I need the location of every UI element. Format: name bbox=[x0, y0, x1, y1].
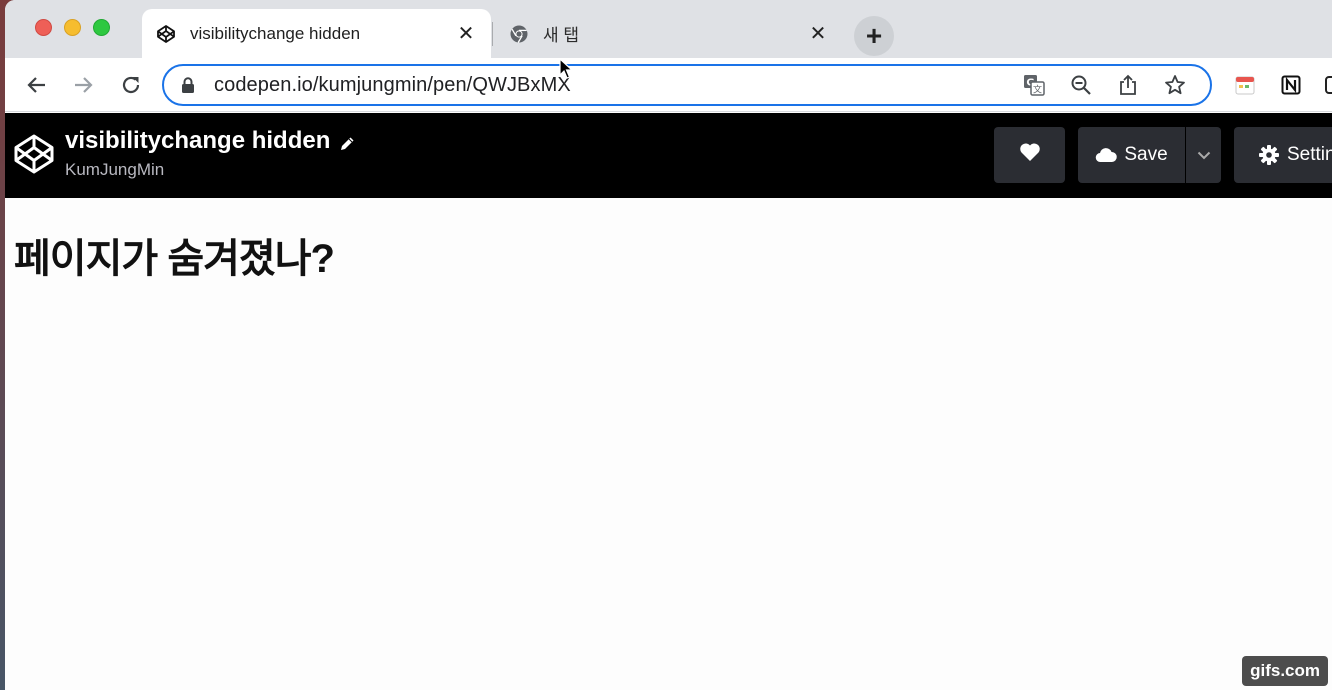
reload-icon bbox=[122, 76, 140, 94]
tab-title: visibilitychange hidden bbox=[190, 23, 361, 43]
zoom-out-icon[interactable] bbox=[1069, 73, 1093, 97]
notion-icon[interactable] bbox=[1280, 74, 1302, 96]
share-icon[interactable] bbox=[1116, 73, 1140, 97]
save-label: Save bbox=[1124, 144, 1168, 165]
settings-button[interactable]: Settings bbox=[1234, 127, 1332, 183]
tab-visibilitychange[interactable]: visibilitychange hidden ✕ bbox=[142, 9, 491, 58]
arrow-right-icon bbox=[75, 77, 93, 93]
codepen-icon bbox=[156, 24, 176, 44]
bookmark-star-icon[interactable] bbox=[1163, 73, 1187, 97]
like-button[interactable] bbox=[994, 127, 1065, 183]
gear-icon bbox=[1258, 144, 1280, 166]
calendar-extension-icon[interactable] bbox=[1234, 74, 1256, 96]
pen-preview: 페이지가 숨겨졌나? bbox=[5, 198, 1332, 690]
address-bar[interactable]: codepen.io/kumjungmin/pen/QWJBxMX G文 bbox=[162, 64, 1212, 106]
minimize-window-button[interactable] bbox=[64, 19, 81, 36]
tab-close-button[interactable]: ✕ bbox=[455, 21, 477, 46]
settings-label: Settings bbox=[1287, 144, 1332, 165]
tab-strip: visibilitychange hidden ✕ 새 탭 ✕ + bbox=[5, 0, 1332, 58]
lock-icon[interactable] bbox=[180, 76, 196, 94]
gifs-watermark: gifs.com bbox=[1242, 656, 1328, 686]
zoom-window-button[interactable] bbox=[93, 19, 110, 36]
page-heading: 페이지가 숨겨졌나? bbox=[14, 237, 335, 281]
save-dropdown-button[interactable] bbox=[1186, 127, 1221, 183]
chrome-icon bbox=[509, 24, 529, 44]
tab-title: 새 탭 bbox=[543, 26, 580, 45]
codepen-logo-icon[interactable] bbox=[13, 133, 55, 175]
browser-toolbar: codepen.io/kumjungmin/pen/QWJBxMX G文 bbox=[5, 58, 1332, 112]
translate-icon[interactable]: G文 bbox=[1022, 73, 1046, 97]
cloud-icon bbox=[1095, 147, 1118, 163]
arrow-left-icon bbox=[27, 77, 45, 93]
forward-button[interactable] bbox=[68, 70, 98, 100]
back-button[interactable] bbox=[22, 70, 52, 100]
pencil-icon[interactable] bbox=[338, 132, 356, 150]
tab-close-button[interactable]: ✕ bbox=[807, 21, 829, 46]
pen-title-text: visibilitychange hidden bbox=[65, 127, 331, 154]
url-text[interactable]: codepen.io/kumjungmin/pen/QWJBxMX bbox=[214, 74, 1022, 97]
heart-icon bbox=[1019, 142, 1041, 168]
new-tab-button[interactable]: + bbox=[854, 16, 894, 56]
chevron-down-icon bbox=[1197, 144, 1211, 166]
browser-window: visibilitychange hidden ✕ 새 탭 ✕ + codepe… bbox=[5, 0, 1332, 690]
tab-new-tab[interactable]: 새 탭 ✕ bbox=[495, 9, 843, 58]
save-button[interactable]: Save bbox=[1078, 127, 1185, 183]
reload-button[interactable] bbox=[116, 70, 146, 100]
pen-title[interactable]: visibilitychange hidden bbox=[65, 127, 356, 155]
codepen-header: visibilitychange hidden KumJungMin Save bbox=[5, 113, 1332, 198]
tab-divider bbox=[492, 22, 493, 46]
pen-author[interactable]: KumJungMin bbox=[65, 160, 164, 180]
svg-text:文: 文 bbox=[1033, 84, 1042, 96]
mouse-cursor-icon bbox=[559, 57, 574, 80]
extension-icon[interactable] bbox=[1323, 74, 1332, 96]
close-window-button[interactable] bbox=[35, 19, 52, 36]
